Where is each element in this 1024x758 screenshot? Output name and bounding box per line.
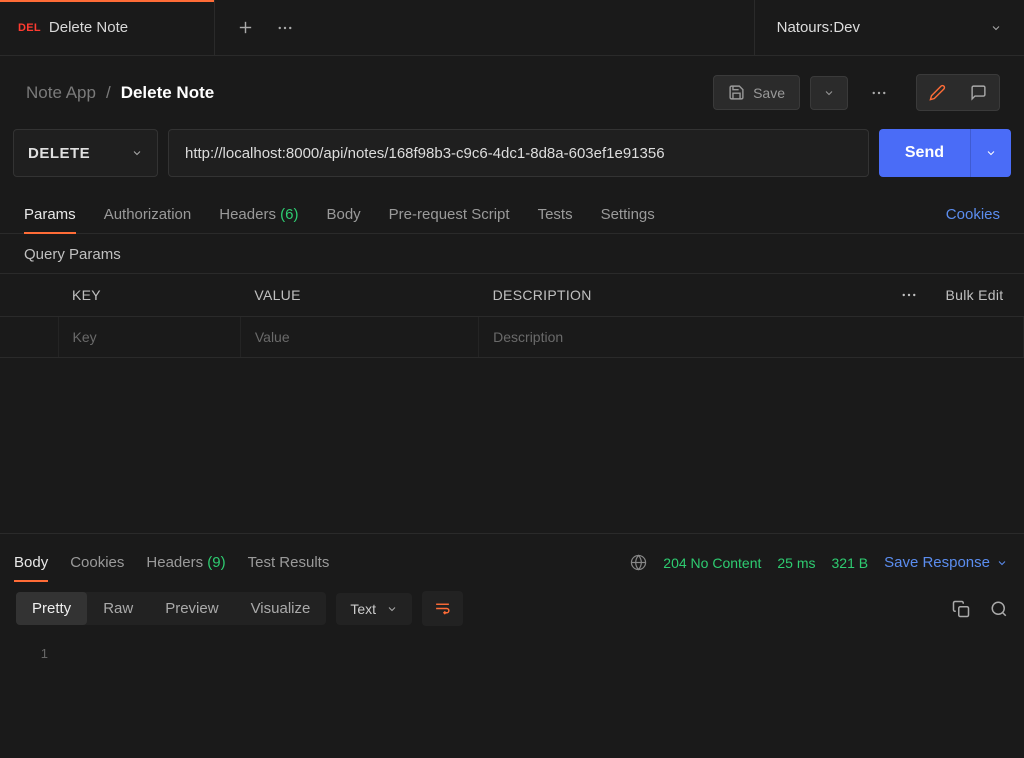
search-button[interactable] <box>990 600 1008 618</box>
response-body[interactable]: 1 <box>0 636 1024 672</box>
breadcrumb-parent[interactable]: Note App <box>26 83 96 103</box>
tab-more-button[interactable] <box>276 19 294 37</box>
new-tab-button[interactable] <box>237 19 254 36</box>
cell-key[interactable]: Key <box>58 317 240 358</box>
view-visualize[interactable]: Visualize <box>235 592 327 625</box>
chevron-down-icon <box>996 557 1008 569</box>
response-meta: 204 No Content 25 ms 321 B Save Response <box>630 554 1008 571</box>
save-response-button[interactable]: Save Response <box>884 554 1008 571</box>
tab-params[interactable]: Params <box>24 196 76 233</box>
method-text: DELETE <box>28 145 90 162</box>
view-pretty[interactable]: Pretty <box>16 592 87 625</box>
cell-description[interactable]: Description <box>479 317 1024 358</box>
spacer <box>0 358 1024 533</box>
resp-tab-testresults[interactable]: Test Results <box>248 544 330 581</box>
col-description: DESCRIPTION <box>479 274 886 317</box>
chevron-down-icon <box>990 22 1002 34</box>
copy-icon <box>952 600 970 618</box>
cookies-link[interactable]: Cookies <box>946 206 1000 223</box>
network-icon[interactable] <box>630 554 647 571</box>
bulk-edit-button[interactable]: Bulk Edit <box>932 274 1024 317</box>
send-group: Send <box>879 129 1011 177</box>
headers-count: (6) <box>280 206 298 223</box>
format-label: Text <box>350 601 376 617</box>
wrap-icon <box>434 600 451 617</box>
resp-headers-label: Headers <box>146 554 203 571</box>
query-params-title: Query Params <box>0 234 1024 273</box>
save-icon <box>728 84 745 101</box>
send-button[interactable]: Send <box>879 129 970 177</box>
col-checkbox <box>0 274 58 317</box>
save-label: Save <box>753 85 785 101</box>
response-tabs: Body Cookies Headers (9) Test Results 20… <box>0 533 1024 581</box>
url-input[interactable] <box>168 129 869 177</box>
method-select[interactable]: DELETE <box>13 129 158 177</box>
resp-headers-count: (9) <box>207 554 225 571</box>
wrap-lines-button[interactable] <box>422 591 463 626</box>
chevron-down-icon <box>386 603 398 615</box>
view-mode-group: Pretty Raw Preview Visualize <box>16 592 326 625</box>
tab-body[interactable]: Body <box>326 196 360 233</box>
environment-selector[interactable]: Natours:Dev <box>754 0 1024 55</box>
tab-bar: DEL Delete Note Natours:Dev <box>0 0 1024 56</box>
tab-prerequest[interactable]: Pre-request Script <box>389 196 510 233</box>
view-raw[interactable]: Raw <box>87 592 149 625</box>
save-button[interactable]: Save <box>713 75 800 110</box>
query-params-table: KEY VALUE DESCRIPTION Bulk Edit Key Valu… <box>0 273 1024 358</box>
response-time: 25 ms <box>777 555 815 571</box>
tab-headers-label: Headers <box>219 206 276 223</box>
col-more-button[interactable] <box>886 274 932 317</box>
chevron-down-icon <box>985 147 997 159</box>
response-viewbar: Pretty Raw Preview Visualize Text <box>0 581 1024 636</box>
tab-headers[interactable]: Headers (6) <box>219 196 298 233</box>
response-action-icons <box>952 600 1008 618</box>
comment-mode-button[interactable] <box>958 75 999 110</box>
chevron-down-icon <box>131 147 143 159</box>
request-tabs: Params Authorization Headers (6) Body Pr… <box>0 190 1024 234</box>
chevron-down-icon <box>823 87 835 99</box>
format-select[interactable]: Text <box>336 593 412 625</box>
tab-actions <box>215 19 316 37</box>
status-code: 204 No Content <box>663 555 761 571</box>
resp-tab-cookies[interactable]: Cookies <box>70 544 124 581</box>
view-preview[interactable]: Preview <box>149 592 234 625</box>
col-key: KEY <box>58 274 240 317</box>
environment-name: Natours:Dev <box>777 19 860 36</box>
tab-settings[interactable]: Settings <box>601 196 655 233</box>
edit-mode-button[interactable] <box>917 75 958 110</box>
tab-authorization[interactable]: Authorization <box>104 196 192 233</box>
response-size: 321 B <box>832 555 869 571</box>
breadcrumb-separator: / <box>106 83 111 103</box>
breadcrumb-row: Note App / Delete Note Save <box>0 56 1024 129</box>
row-checkbox[interactable] <box>0 317 58 358</box>
save-response-label: Save Response <box>884 554 990 571</box>
line-number: 1 <box>18 646 48 661</box>
col-value: VALUE <box>240 274 478 317</box>
cell-value[interactable]: Value <box>240 317 478 358</box>
pencil-icon <box>929 84 946 101</box>
tab-tests[interactable]: Tests <box>538 196 573 233</box>
save-dropdown[interactable] <box>810 76 848 110</box>
search-icon <box>990 600 1008 618</box>
method-badge: DEL <box>18 22 41 34</box>
copy-button[interactable] <box>952 600 970 618</box>
breadcrumb-current: Delete Note <box>121 83 215 103</box>
send-dropdown[interactable] <box>970 129 1011 177</box>
comment-icon <box>970 84 987 101</box>
request-row: DELETE Send <box>0 129 1024 190</box>
request-tab[interactable]: DEL Delete Note <box>0 0 215 55</box>
table-row[interactable]: Key Value Description <box>0 317 1024 358</box>
resp-tab-body[interactable]: Body <box>14 544 48 581</box>
view-toggle-group <box>916 74 1000 111</box>
tab-title: Delete Note <box>49 19 128 36</box>
resp-tab-headers[interactable]: Headers (9) <box>146 544 225 581</box>
more-actions-button[interactable] <box>858 75 900 111</box>
